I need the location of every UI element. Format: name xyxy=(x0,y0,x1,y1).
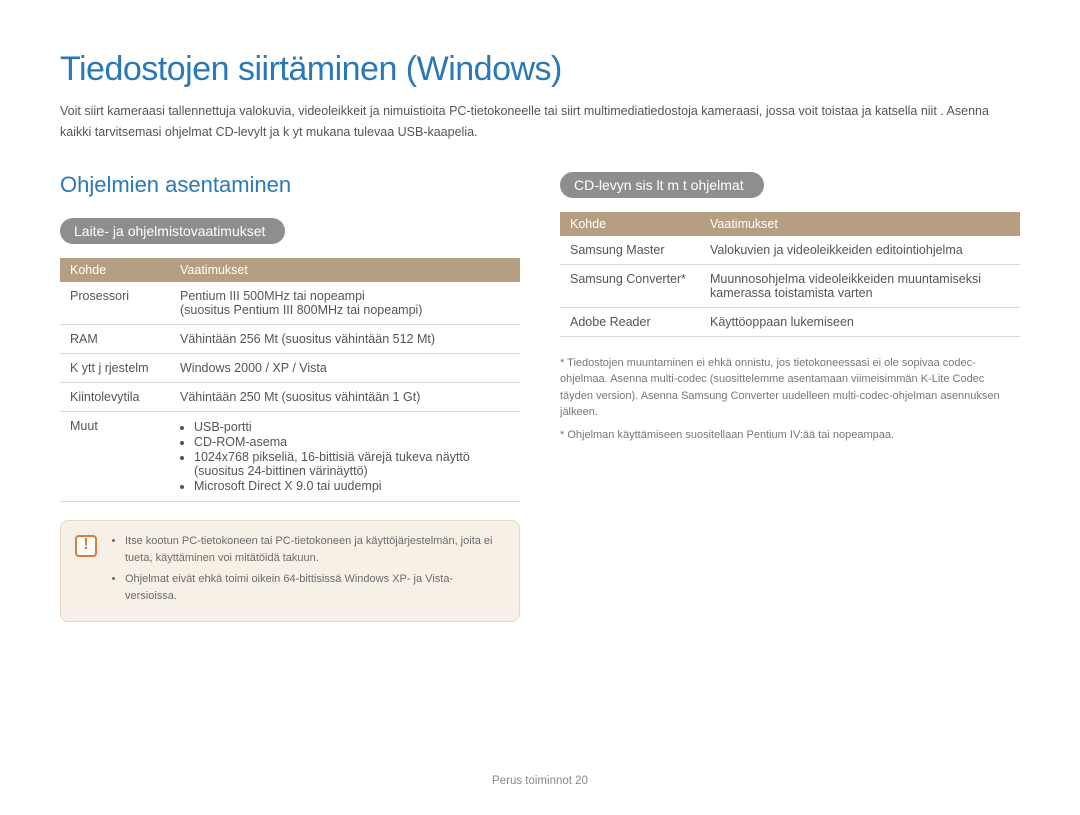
cell-value: USB-portti CD-ROM-asema 1024x768 pikseli… xyxy=(170,411,520,501)
page-title: Tiedostojen siirtäminen (Windows) xyxy=(60,50,1020,89)
list-item: Itse kootun PC-tietokoneen tai PC-tietok… xyxy=(125,533,503,567)
list-item: Microsoft Direct X 9.0 tai uudempi xyxy=(194,479,510,493)
table-header-row: Kohde Vaatimukset xyxy=(560,212,1020,236)
callout-list: Itse kootun PC-tietokoneen tai PC-tietok… xyxy=(111,533,503,605)
table-row: Prosessori Pentium III 500MHz tai nopeam… xyxy=(60,282,520,325)
cell-value: Vähintään 250 Mt (suositus vähintään 1 G… xyxy=(170,382,520,411)
footnotes: * Tiedostojen muuntaminen ei ehkä onnist… xyxy=(560,355,1020,444)
content-columns: Ohjelmien asentaminen Laite- ja ohjelmis… xyxy=(60,172,1020,622)
cell-key: Prosessori xyxy=(60,282,170,325)
cell-key: Samsung Converter* xyxy=(560,264,700,307)
cell-value: Vähintään 256 Mt (suositus vähintään 512… xyxy=(170,324,520,353)
cell-key: Muut xyxy=(60,411,170,501)
cell-value: Pentium III 500MHz tai nopeampi (suositu… xyxy=(170,282,520,325)
list-item: Ohjelmat eivät ehkä toimi oikein 64-bitt… xyxy=(125,571,503,605)
left-column: Ohjelmien asentaminen Laite- ja ohjelmis… xyxy=(60,172,520,622)
cell-text: Pentium III 500MHz tai nopeampi xyxy=(180,289,365,303)
list-item: USB-portti xyxy=(194,420,510,434)
right-column: CD-levyn sis lt m t ohjelmat Kohde Vaati… xyxy=(560,172,1020,622)
programs-table: Kohde Vaatimukset Samsung Master Valokuv… xyxy=(560,212,1020,337)
section-subhead: Ohjelmien asentaminen xyxy=(60,172,520,198)
footnote: * Tiedostojen muuntaminen ei ehkä onnist… xyxy=(560,355,1020,421)
th-vaatimukset: Vaatimukset xyxy=(700,212,1020,236)
th-kohde: Kohde xyxy=(560,212,700,236)
th-vaatimukset: Vaatimukset xyxy=(170,258,520,282)
table-row: Samsung Converter* Muunnosohjelma videol… xyxy=(560,264,1020,307)
table-row: K ytt j rjestelm Windows 2000 / XP / Vis… xyxy=(60,353,520,382)
warning-icon: ! xyxy=(75,535,97,557)
bullet-list: USB-portti CD-ROM-asema 1024x768 pikseli… xyxy=(180,420,510,493)
table-row: Adobe Reader Käyttöoppaan lukemiseen xyxy=(560,307,1020,336)
pill-cd-programs: CD-levyn sis lt m t ohjelmat xyxy=(560,172,764,198)
list-item: CD-ROM-asema xyxy=(194,435,510,449)
cell-text: (suositus Pentium III 800MHz tai nopeamp… xyxy=(180,303,422,317)
cell-key: Kiintolevytila xyxy=(60,382,170,411)
cell-key: Adobe Reader xyxy=(560,307,700,336)
table-row: Samsung Master Valokuvien ja videoleikke… xyxy=(560,236,1020,265)
cell-value: Windows 2000 / XP / Vista xyxy=(170,353,520,382)
list-item: 1024x768 pikseliä, 16-bittisiä värejä tu… xyxy=(194,450,510,478)
page-footer: Perus toiminnot 20 xyxy=(0,775,1080,787)
table-row: RAM Vähintään 256 Mt (suositus vähintään… xyxy=(60,324,520,353)
table-row: Muut USB-portti CD-ROM-asema 1024x768 pi… xyxy=(60,411,520,501)
cell-key: K ytt j rjestelm xyxy=(60,353,170,382)
cell-key: RAM xyxy=(60,324,170,353)
intro-paragraph: Voit siirt kameraasi tallennettuja valok… xyxy=(60,101,1020,144)
cell-key: Samsung Master xyxy=(560,236,700,265)
footnote: * Ohjelman käyttämiseen suositellaan Pen… xyxy=(560,427,1020,444)
cell-value: Muunnosohjelma videoleikkeiden muuntamis… xyxy=(700,264,1020,307)
table-row: Kiintolevytila Vähintään 250 Mt (suositu… xyxy=(60,382,520,411)
warning-callout: ! Itse kootun PC-tietokoneen tai PC-tiet… xyxy=(60,520,520,622)
requirements-table: Kohde Vaatimukset Prosessori Pentium III… xyxy=(60,258,520,502)
footer-page-number: 20 xyxy=(575,775,588,787)
table-header-row: Kohde Vaatimukset xyxy=(60,258,520,282)
th-kohde: Kohde xyxy=(60,258,170,282)
cell-value: Valokuvien ja videoleikkeiden editointio… xyxy=(700,236,1020,265)
cell-value: Käyttöoppaan lukemiseen xyxy=(700,307,1020,336)
pill-hw-sw-requirements: Laite- ja ohjelmistovaatimukset xyxy=(60,218,285,244)
footer-section-label: Perus toiminnot xyxy=(492,775,572,787)
